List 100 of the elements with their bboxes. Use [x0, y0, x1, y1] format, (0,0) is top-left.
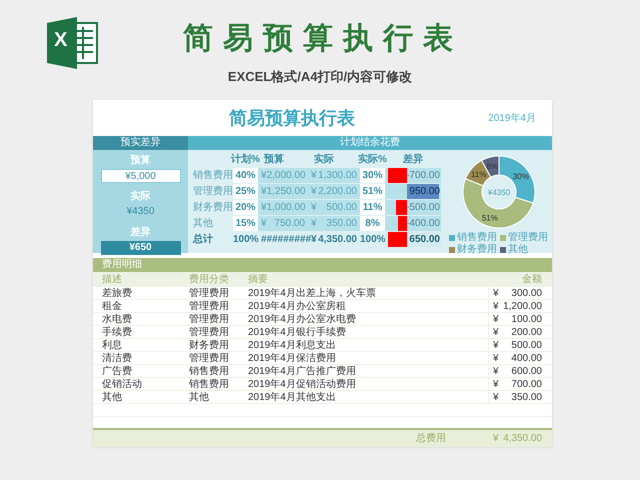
chart-center-label: ¥4350	[487, 188, 510, 197]
table-cell-text: 其他	[189, 391, 210, 403]
table-cell-text: 手续费	[101, 326, 133, 338]
row-label: 财务费用	[192, 200, 233, 215]
table-cell-text: 2019年4月办公室房租	[248, 300, 347, 312]
currency-symbol: ¥	[493, 432, 499, 446]
section-heading: 费用明细	[93, 258, 552, 272]
panel-heading: 预实差异	[93, 136, 188, 150]
amount: #########	[261, 233, 312, 247]
table-cell-text: 管理费用	[189, 352, 230, 364]
legend-label: 财务费用	[457, 244, 497, 256]
row-label: 管理费用	[192, 184, 233, 199]
amount: 300.00	[511, 287, 542, 299]
table-cell-text: 2019年4月出差上海，火车票	[248, 287, 377, 299]
amount: 4,350.00	[503, 432, 542, 446]
variance-value: 650.00	[409, 233, 440, 247]
table-cell-text: 2019年4月银行手续费	[248, 326, 347, 338]
column-header: 计划%	[231, 153, 260, 167]
amount: 2,000.00	[266, 169, 306, 183]
slice-label: 8%	[486, 162, 498, 171]
amount: 1,200.00	[503, 300, 542, 312]
amount: 750.00	[274, 217, 305, 231]
row-label: 销售费用	[192, 168, 233, 183]
page-title: 简易预算执行表	[182, 24, 464, 54]
row-label: 总计	[192, 232, 214, 247]
table-cell: 51%	[360, 184, 385, 199]
sheet-title: 简易预算执行表	[229, 106, 355, 130]
table-cell-text: 2019年4月利息支出	[248, 339, 337, 351]
column-header: 费用分类	[189, 272, 230, 287]
column-header: 金额	[521, 272, 543, 287]
currency-symbol: ¥	[493, 313, 499, 325]
column-header: 描述	[101, 272, 123, 287]
table-cell: 11%	[360, 200, 385, 215]
table-cell-text: 2019年4月其他支出	[248, 391, 337, 403]
currency-symbol: ¥	[311, 233, 317, 247]
panel-heading: 计划结余花费	[188, 136, 552, 150]
column-header: 差异	[403, 153, 423, 167]
slice-label: 30%	[512, 172, 528, 182]
field-label: 预算	[130, 156, 150, 166]
table-cell-text: 广告费	[101, 365, 133, 377]
table-cell: 8%	[360, 216, 385, 231]
currency-symbol: ¥	[311, 217, 317, 231]
field-value: ¥650	[100, 241, 180, 255]
table-cell: 20%	[233, 200, 258, 215]
slice-label: 51%	[481, 213, 498, 222]
amount: 100.00	[511, 313, 542, 325]
table-cell-text: 2019年4月广告推广费用	[248, 365, 357, 377]
legend-label: 其他	[508, 244, 528, 256]
amount: 700.00	[511, 378, 542, 390]
row-label: 其他	[192, 216, 214, 231]
amount: 350.00	[326, 217, 357, 231]
table-cell-text: 其他	[101, 391, 123, 403]
table-cell-text: 2019年4月办公室水电费	[248, 313, 357, 325]
currency-symbol: ¥	[493, 326, 499, 338]
amount: 500.00	[511, 339, 542, 351]
table-cell-text: 2019年4月促销活动费用	[248, 378, 357, 390]
table-cell-text: 销售费用	[189, 378, 230, 390]
table-cell-text: 清洁费	[101, 352, 133, 364]
table-cell-text: 管理费用	[189, 313, 230, 325]
legend-label: 管理费用	[508, 232, 548, 244]
field-value: ¥4350	[126, 205, 154, 219]
page-subtitle: EXCEL格式/A4打印/内容可修改	[226, 70, 414, 83]
currency-symbol: ¥	[311, 201, 317, 215]
amount: 500.00	[326, 201, 357, 215]
table-cell: 40%	[233, 168, 258, 183]
amount: 2,200.00	[318, 185, 357, 199]
table-cell: 25%	[233, 184, 258, 199]
amount: 400.00	[511, 352, 542, 364]
currency-symbol: ¥	[493, 339, 499, 351]
table-cell: 15%	[233, 216, 258, 231]
table-cell-text: 利息	[101, 339, 123, 351]
currency-symbol: ¥	[261, 169, 267, 183]
currency-symbol: ¥	[493, 378, 499, 390]
table-cell-text: 财务费用	[189, 339, 230, 351]
table-cell-text: 促销活动	[101, 378, 143, 390]
table-cell-text: 100%	[233, 233, 258, 247]
currency-symbol: ¥	[493, 287, 499, 299]
field-label: 实际	[130, 192, 150, 202]
amount: 1,250.00	[266, 185, 306, 199]
amount: 1,000.00	[266, 201, 306, 215]
column-header: 预算	[264, 153, 284, 167]
currency-symbol: ¥	[311, 185, 317, 199]
legend-label: 销售费用	[457, 232, 497, 244]
slice-label: 11%	[470, 170, 486, 180]
currency-symbol: ¥	[261, 217, 267, 231]
column-header: 实际%	[358, 153, 387, 167]
currency-symbol: ¥	[493, 300, 499, 312]
field-label: 差异	[130, 228, 150, 238]
currency-symbol: ¥	[261, 201, 267, 215]
currency-symbol: ¥	[493, 352, 499, 364]
amount: 1,300.00	[318, 169, 357, 183]
table-cell-text: 水电费	[101, 313, 133, 325]
table-cell-text: 2019年4月保洁费用	[248, 352, 337, 364]
table-cell-text: 100%	[360, 233, 385, 247]
amount: 200.00	[511, 326, 542, 338]
field-value: ¥5,000	[100, 169, 180, 183]
total-label: 总费用	[415, 432, 447, 446]
amount: 600.00	[511, 365, 542, 377]
currency-symbol: ¥	[311, 169, 317, 183]
table-cell-text: 管理费用	[189, 287, 230, 299]
